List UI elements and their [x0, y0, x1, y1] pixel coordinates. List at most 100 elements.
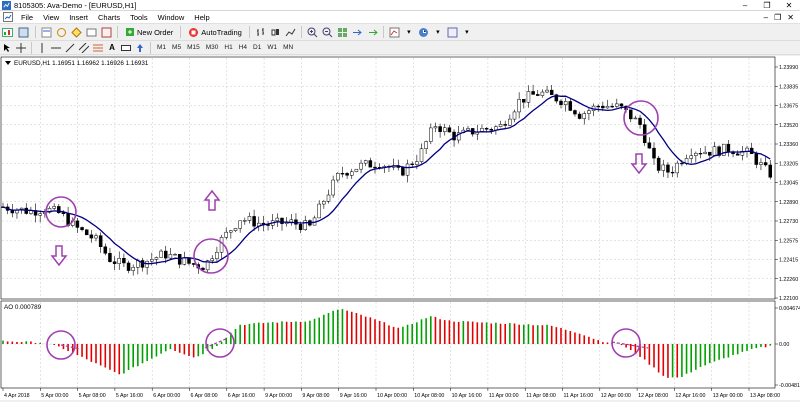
zoom-in-icon[interactable]: [306, 26, 319, 39]
price-axis: 1.23990 1.23835 1.23675 1.23520 1.23360 1.232…: [775, 65, 798, 302]
time-tick-label: 12 Apr 00:00: [601, 393, 631, 399]
maximize-button[interactable]: ❐: [756, 0, 778, 11]
timeframe-mn[interactable]: MN: [280, 44, 296, 51]
candle-body: [289, 219, 294, 223]
periods-icon[interactable]: [417, 26, 430, 39]
time-tick-label: 6 Apr 00:00: [153, 393, 180, 399]
time-axis: 4 Apr 2018 5 Apr 00:00 5 Apr 08:00 5 Apr 16…: [2, 388, 780, 399]
tile-windows-icon[interactable]: [336, 26, 349, 39]
terminal-icon[interactable]: [85, 26, 98, 39]
annotation-connector: [204, 337, 229, 349]
symbol-label: EURUSD,H1 1.16951 1.16962 1.16926 1.1693…: [14, 60, 149, 67]
candle-body: [354, 168, 359, 173]
chart-shift-icon[interactable]: [351, 26, 364, 39]
line-chart-icon[interactable]: [284, 26, 297, 39]
text-icon[interactable]: A: [106, 41, 118, 54]
candle-body: [89, 234, 94, 239]
indicators-dropdown-icon[interactable]: ▾: [403, 26, 415, 39]
menu-view[interactable]: View: [38, 13, 64, 22]
menu-file[interactable]: File: [16, 13, 38, 22]
candle-body: [331, 179, 335, 196]
candle-body: [350, 171, 354, 176]
indicators-icon[interactable]: [388, 26, 401, 39]
time-tick-label: 6 Apr 08:00: [191, 393, 218, 399]
price-tick-label: 1.23205: [779, 161, 798, 167]
arrows-icon[interactable]: [134, 41, 146, 54]
candle-body: [247, 216, 252, 221]
strategy-tester-icon[interactable]: [100, 26, 113, 39]
templates-icon[interactable]: [446, 26, 459, 39]
market-watch-icon[interactable]: [40, 26, 53, 39]
candle-body: [508, 118, 512, 126]
timeframe-m5[interactable]: M5: [169, 44, 184, 51]
text-label-icon[interactable]: [120, 41, 132, 54]
candle-body: [522, 99, 526, 103]
candle-body: [280, 217, 284, 224]
candle-body: [187, 257, 191, 264]
time-tick-label: 12 Apr 16:00: [675, 393, 705, 399]
candlesticks-icon[interactable]: [269, 26, 282, 39]
candle-body: [424, 141, 428, 150]
candle-body: [596, 105, 600, 108]
candle-body: [531, 91, 535, 95]
crosshair-icon[interactable]: [15, 41, 27, 54]
cursor-icon[interactable]: [1, 41, 13, 54]
vertical-line-icon[interactable]: [36, 41, 48, 54]
fibonacci-icon[interactable]: [92, 41, 104, 54]
candle-body: [98, 235, 103, 247]
timeframe-m1[interactable]: M1: [154, 44, 169, 51]
time-tick-label: 12 Apr 08:00: [638, 393, 668, 399]
candle-body: [666, 164, 670, 173]
candle-body: [656, 157, 661, 171]
periods-dropdown-icon[interactable]: ▾: [432, 26, 444, 39]
candle-body: [405, 163, 410, 176]
mdi-restore-button[interactable]: ❐: [774, 13, 781, 22]
close-button[interactable]: ✕: [778, 0, 800, 11]
candle-body: [573, 110, 577, 115]
horizontal-line-icon[interactable]: [50, 41, 62, 54]
price-tick-label: 1.23835: [779, 84, 798, 90]
timeframe-h4[interactable]: H4: [236, 44, 250, 51]
new-chart-icon[interactable]: [1, 26, 15, 39]
menu-insert[interactable]: Insert: [64, 13, 93, 22]
time-tick-label: 10 Apr 00:00: [377, 393, 407, 399]
candle-body: [154, 257, 159, 260]
candle-body: [726, 143, 731, 153]
menu-window[interactable]: Window: [153, 13, 190, 22]
chart-window[interactable]: 1.23990 1.23835 1.23675 1.23520 1.23360 1.232…: [0, 56, 800, 400]
candle-body: [224, 231, 228, 238]
timeframe-d1[interactable]: D1: [250, 44, 264, 51]
timeframe-w1[interactable]: W1: [264, 44, 280, 51]
bar-chart-icon[interactable]: [254, 26, 267, 39]
candle-body: [605, 105, 610, 109]
data-window-icon[interactable]: [55, 26, 68, 39]
candle-body: [670, 171, 675, 174]
candle-body: [140, 260, 145, 268]
templates-dropdown-icon[interactable]: ▾: [461, 26, 473, 39]
timeframe-m30[interactable]: M30: [203, 44, 222, 51]
mdi-close-button[interactable]: ✕: [787, 13, 794, 22]
candle-body: [601, 105, 605, 109]
equidistant-channel-icon[interactable]: [78, 41, 90, 54]
timeframe-h1[interactable]: H1: [221, 44, 235, 51]
new-order-button[interactable]: New Order: [122, 26, 176, 39]
annotation-circle: [193, 238, 229, 274]
profiles-icon[interactable]: [17, 26, 31, 39]
zoom-out-icon[interactable]: [321, 26, 334, 39]
minimize-button[interactable]: –: [734, 0, 756, 11]
trendline-icon[interactable]: [64, 41, 76, 54]
time-tick-label: 13 Apr 00:00: [713, 393, 743, 399]
autoscroll-icon[interactable]: [366, 26, 379, 39]
menu-tools[interactable]: Tools: [125, 13, 153, 22]
candle-body: [754, 153, 759, 165]
timeframe-m15[interactable]: M15: [184, 44, 203, 51]
time-tick-label: 5 Apr 16:00: [116, 393, 143, 399]
candle-body: [735, 153, 740, 156]
navigator-icon[interactable]: [70, 26, 83, 39]
candle-body: [275, 217, 280, 222]
price-chart[interactable]: 1.23990 1.23835 1.23675 1.23520 1.23360 1.232…: [0, 56, 800, 400]
menu-charts[interactable]: Charts: [93, 13, 125, 22]
autotrading-button[interactable]: AutoTrading: [185, 26, 245, 39]
mdi-minimize-button[interactable]: –: [764, 13, 768, 22]
menu-help[interactable]: Help: [189, 13, 214, 22]
